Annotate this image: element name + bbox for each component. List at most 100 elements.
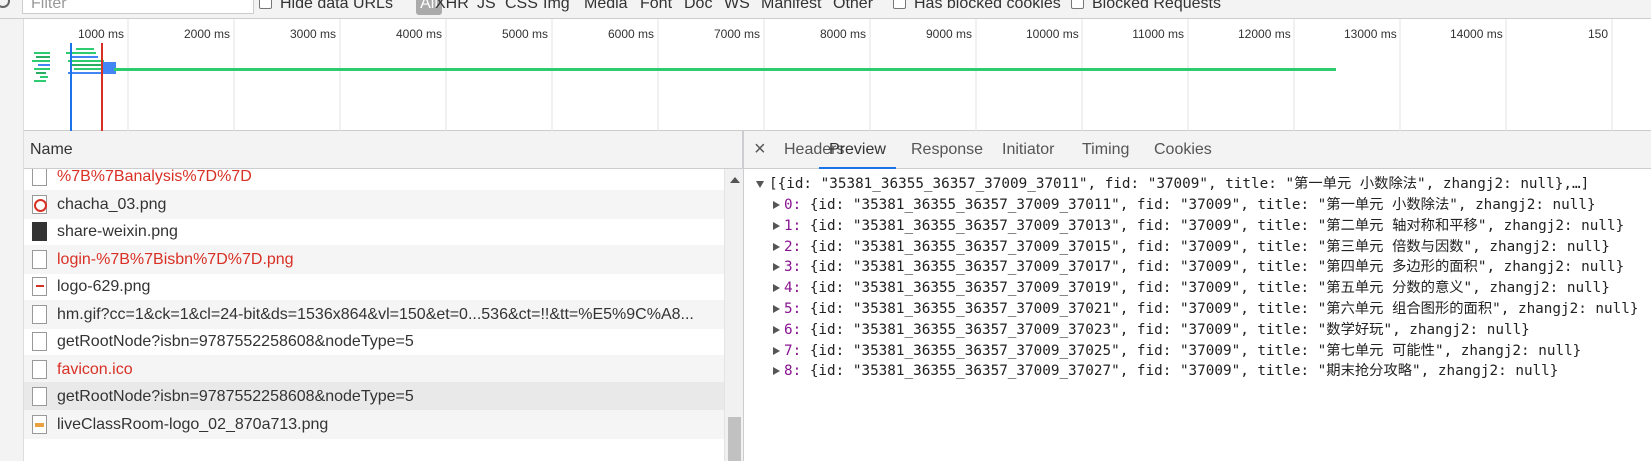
expand-triangle-right-icon[interactable] bbox=[773, 201, 780, 209]
timeline-tick-label: 2000 ms bbox=[183, 27, 230, 41]
json-item-index: 7: bbox=[784, 342, 802, 359]
json-item-value: {id: "35381_36355_36357_37009_37027", fi… bbox=[801, 363, 1559, 380]
filter-type-doc[interactable]: Doc bbox=[684, 0, 712, 13]
filter-type-other[interactable]: Other bbox=[833, 0, 873, 13]
json-item-value: {id: "35381_36355_36357_37009_37025", fi… bbox=[801, 342, 1582, 359]
expand-triangle-right-icon[interactable] bbox=[773, 305, 780, 313]
filter-type-manifest[interactable]: Manifest bbox=[761, 0, 821, 13]
blocked-requests-checkbox[interactable]: Blocked Requests bbox=[1071, 0, 1221, 13]
filter-type-font[interactable]: Font bbox=[640, 0, 672, 13]
expand-triangle-down-icon[interactable] bbox=[756, 181, 764, 188]
expand-triangle-right-icon[interactable] bbox=[773, 263, 780, 272]
request-row[interactable]: favicon.ico bbox=[24, 354, 724, 384]
scroll-up-arrow-icon[interactable] bbox=[730, 177, 740, 183]
hide-data-urls-checkbox[interactable]: Hide data URLs bbox=[259, 0, 393, 13]
json-item-value: {id: "35381_36355_36357_37009_37023", fi… bbox=[801, 321, 1530, 338]
json-item-value: {id: "35381_36355_36357_37009_37021", fi… bbox=[801, 301, 1639, 317]
scroll-thumb[interactable] bbox=[728, 417, 741, 461]
json-item: 2: {id: "35381_36355_36357_37009_37015",… bbox=[784, 237, 1610, 258]
filter-type-js[interactable]: JS bbox=[477, 0, 496, 13]
filter-type-xhr[interactable]: XHR bbox=[435, 0, 469, 13]
timeline-long-request-bar bbox=[114, 68, 1336, 71]
tab-response[interactable]: Response bbox=[901, 131, 993, 169]
request-list: %7B%7Banalysis%7D%7D chacha_03.png share-w… bbox=[24, 169, 724, 461]
json-item-index: 0: bbox=[784, 197, 802, 213]
json-item-value: {id: "35381_36355_36357_37009_37011", fi… bbox=[801, 197, 1596, 213]
json-item-line[interactable]: 3: {id: "35381_36355_36357_37009_37017",… bbox=[744, 257, 1651, 278]
json-item-line[interactable]: 0: {id: "35381_36355_36357_37009_37011",… bbox=[744, 195, 1651, 216]
timeline-overview[interactable]: 1000 ms 2000 ms 3000 ms 4000 ms 5000 ms 6000 … bbox=[24, 19, 1651, 131]
expand-triangle-right-icon[interactable] bbox=[773, 221, 780, 230]
details-tabbar: × Headers Preview Response Initiator Tim… bbox=[744, 131, 1651, 169]
request-row[interactable]: liveClassRoom-logo_02_870a713.png bbox=[24, 409, 724, 439]
json-item-index: 5: bbox=[784, 301, 802, 317]
checkbox-icon[interactable] bbox=[1071, 0, 1084, 9]
expand-triangle-right-icon[interactable] bbox=[773, 242, 780, 251]
json-item-line[interactable]: 7: {id: "35381_36355_36357_37009_37025",… bbox=[744, 341, 1651, 362]
filter-toolbar: Hide data URLs All XHR JS CSS Img Media … bbox=[0, 0, 1651, 19]
json-item: 4: {id: "35381_36355_36357_37009_37019",… bbox=[784, 278, 1610, 299]
file-icon bbox=[32, 304, 47, 324]
request-row[interactable]: share-weixin.png bbox=[24, 217, 724, 246]
json-item-value: {id: "35381_36355_36357_37009_37013", fi… bbox=[801, 217, 1625, 234]
filter-type-img[interactable]: Img bbox=[543, 0, 570, 13]
json-root-summary: [{id: "35381_36355_36357_37009_37011", f… bbox=[769, 176, 1590, 192]
tab-timing[interactable]: Timing bbox=[1072, 131, 1139, 169]
json-root-line[interactable]: [{id: "35381_36355_36357_37009_37011", f… bbox=[744, 174, 1651, 195]
filter-input[interactable] bbox=[22, 0, 254, 14]
has-blocked-cookies-checkbox[interactable]: Has blocked cookies bbox=[893, 0, 1061, 13]
request-details-panel: × Headers Preview Response Initiator Tim… bbox=[743, 131, 1651, 461]
name-column-header[interactable]: Name bbox=[24, 131, 743, 169]
timeline-tick-label: 10000 ms bbox=[1026, 27, 1079, 41]
has-blocked-cookies-label: Has blocked cookies bbox=[914, 0, 1061, 12]
timeline-tick-label: 9000 ms bbox=[925, 27, 972, 41]
filter-type-media[interactable]: Media bbox=[584, 0, 628, 13]
file-icon bbox=[32, 169, 47, 186]
request-row[interactable]: hm.gif?cc=1&ck=1&cl=24-bit&ds=1536x864&v… bbox=[24, 299, 724, 329]
timeline-request-bar bbox=[34, 52, 50, 54]
blocked-requests-label: Blocked Requests bbox=[1092, 0, 1221, 12]
search-icon[interactable] bbox=[0, 0, 10, 8]
timeline-tick-label: 150 bbox=[1587, 27, 1608, 41]
request-row[interactable]: getRootNode?isbn=9787552258608&nodeType=… bbox=[24, 327, 724, 356]
request-row[interactable]: getRootNode?isbn=9787552258608&nodeType=… bbox=[24, 382, 724, 411]
timeline-tick-label: 5000 ms bbox=[501, 27, 548, 41]
expand-triangle-right-icon[interactable] bbox=[773, 346, 780, 355]
expand-triangle-right-icon[interactable] bbox=[773, 284, 780, 293]
timeline-request-bar bbox=[40, 76, 48, 78]
timeline-request-bar bbox=[34, 80, 46, 82]
json-item-value: {id: "35381_36355_36357_37009_37019", fi… bbox=[801, 280, 1610, 297]
request-name: favicon.ico bbox=[57, 360, 133, 378]
tab-initiator[interactable]: Initiator bbox=[992, 131, 1064, 169]
json-item: 0: {id: "35381_36355_36357_37009_37011",… bbox=[784, 195, 1596, 216]
checkbox-icon[interactable] bbox=[259, 0, 272, 9]
left-gutter bbox=[0, 19, 24, 461]
json-item-line[interactable]: 6: {id: "35381_36355_36357_37009_37023",… bbox=[744, 320, 1651, 341]
request-name: logo-629.png bbox=[57, 278, 151, 295]
json-item-line[interactable]: 2: {id: "35381_36355_36357_37009_37015",… bbox=[744, 237, 1651, 258]
hide-data-urls-label: Hide data URLs bbox=[280, 0, 393, 12]
tab-preview[interactable]: Preview bbox=[819, 131, 896, 169]
filter-type-ws[interactable]: WS bbox=[724, 0, 750, 13]
json-item-line[interactable]: 5: {id: "35381_36355_36357_37009_37021",… bbox=[744, 299, 1651, 320]
checkbox-icon[interactable] bbox=[893, 0, 906, 9]
json-item-line[interactable]: 4: {id: "35381_36355_36357_37009_37019",… bbox=[744, 278, 1651, 299]
request-row[interactable]: logo-629.png bbox=[24, 272, 724, 301]
request-name: hm.gif?cc=1&ck=1&cl=24-bit&ds=1536x864&v… bbox=[57, 305, 694, 323]
expand-triangle-right-icon[interactable] bbox=[773, 367, 780, 376]
json-item-line[interactable]: 8: {id: "35381_36355_36357_37009_37027",… bbox=[744, 361, 1651, 382]
expand-triangle-right-icon[interactable] bbox=[773, 325, 780, 334]
request-row[interactable]: chacha_03.png bbox=[24, 189, 724, 219]
json-preview: [{id: "35381_36355_36357_37009_37011", f… bbox=[744, 169, 1651, 461]
close-icon[interactable]: × bbox=[754, 138, 766, 160]
json-item-line[interactable]: 1: {id: "35381_36355_36357_37009_37013",… bbox=[744, 216, 1651, 237]
dark-image-icon bbox=[32, 222, 47, 241]
tab-cookies[interactable]: Cookies bbox=[1144, 131, 1222, 169]
timeline-tick-label: 6000 ms bbox=[607, 27, 654, 41]
request-row[interactable]: %7B%7Banalysis%7D%7D bbox=[24, 169, 724, 191]
request-name: login-%7B%7Bisbn%7D%7D.png bbox=[57, 250, 294, 268]
request-list-scrollbar[interactable] bbox=[724, 169, 743, 461]
request-row[interactable]: login-%7B%7Bisbn%7D%7D.png bbox=[24, 244, 724, 274]
filter-type-css[interactable]: CSS bbox=[505, 0, 538, 13]
json-item: 7: {id: "35381_36355_36357_37009_37025",… bbox=[784, 341, 1581, 362]
